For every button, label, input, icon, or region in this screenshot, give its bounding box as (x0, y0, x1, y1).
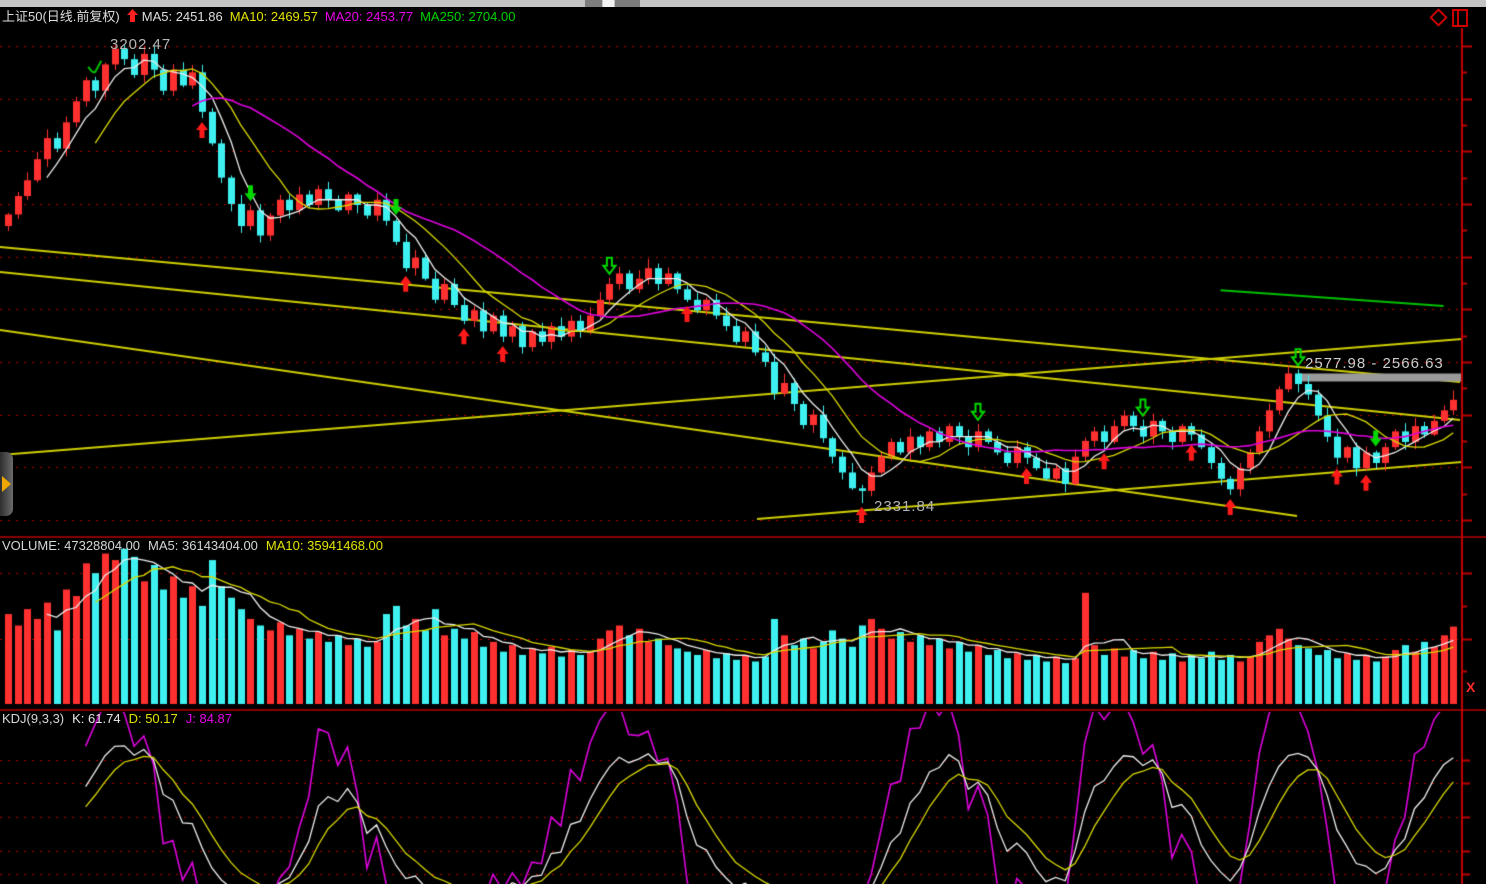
kdj-k-value: K: 61.74 (72, 711, 120, 726)
ma20-value: MA20: 2453.77 (325, 9, 413, 24)
volume-ma5-value: MA5: 36143404.00 (148, 538, 258, 553)
indicator-pane-close-button[interactable]: X (1466, 679, 1475, 695)
price-chart-canvas[interactable] (0, 0, 1486, 884)
kdj-pane-header: KDJ(9,3,3) K: 61.74 D: 50.17 J: 84.87 (2, 711, 240, 727)
ma250-value: MA250: 2704.00 (420, 9, 515, 24)
expand-right-triangle-icon (2, 476, 11, 492)
volume-ma10-value: MA10: 35941468.00 (266, 538, 383, 553)
kdj-d-value: D: 50.17 (129, 711, 178, 726)
window-top-strip (0, 0, 1486, 7)
up-arrow-icon (127, 9, 138, 22)
trough-price-label: 2331.84 (874, 498, 935, 515)
strip-segment (585, 0, 602, 7)
ma5-value: MA5: 2451.86 (142, 9, 223, 24)
peak-price-label: 3202.47 (110, 36, 171, 53)
strip-highlight (603, 0, 614, 7)
split-window-icon[interactable] (1452, 9, 1468, 27)
volume-value: VOLUME: 47328804.00 (2, 538, 140, 553)
strip-segment (615, 0, 640, 7)
trading-app-window: 上证50(日线.前复权) MA5: 2451.86 MA10: 2469.57 MA2… (0, 0, 1486, 884)
chart-title-bar: 上证50(日线.前复权) MA5: 2451.86 MA10: 2469.57 MA2… (2, 8, 522, 26)
symbol-title: 上证50(日线.前复权) (2, 9, 120, 24)
sidebar-collapse-tab[interactable] (0, 452, 13, 516)
ma10-value: MA10: 2469.57 (230, 9, 318, 24)
price-band-label: 2577.98 - 2566.63 (1305, 355, 1444, 372)
volume-pane-header: VOLUME: 47328804.00 MA5: 36143404.00 MA10:… (2, 538, 391, 554)
split-window-divider (1457, 11, 1459, 25)
kdj-indicator-name: KDJ(9,3,3) (2, 711, 64, 726)
kdj-j-value: J: 84.87 (186, 711, 232, 726)
